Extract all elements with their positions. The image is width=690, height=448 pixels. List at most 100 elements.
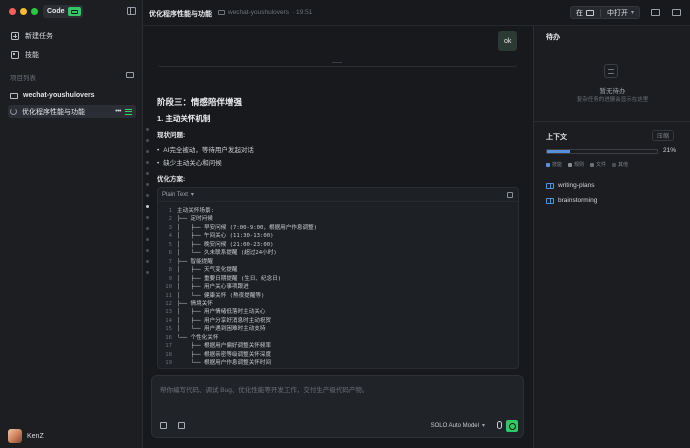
code-line: 14 │ ├── 用户分享好消息时主动祝贺 [158,317,518,325]
app-window: Code 新建任务 技能 项目列表 wechat-youshulovers 优化… [0,0,690,448]
legend-label: 规则 [574,162,585,168]
divider [534,121,690,122]
add-folder-icon[interactable] [126,72,134,78]
scroll-anchors [146,128,150,282]
separator [600,8,601,17]
line-number: 4 [168,233,172,240]
line-text: │ ├── 用户关心事项跟进 [177,284,249,291]
task-list-icon[interactable] [125,108,132,115]
line-number: 1 [168,208,172,214]
task-name: 优化程序性能与功能 [22,108,85,116]
line-number: 18 [165,351,172,358]
maximize-window-button[interactable] [31,8,38,15]
line-text: │ └── 久未联系提醒 (超过24小时) [177,250,277,257]
chevron-down-icon: ▾ [631,10,635,16]
chevron-down-icon: ▾ [190,192,194,198]
code-line: 3 │ ├── 早安问候 (7:00-9:00，根据用户作息调整) [158,224,518,232]
microphone-icon[interactable] [497,421,502,429]
skill-item-brainstorming[interactable]: brainstorming [546,197,597,204]
model-selector[interactable]: SOLO Auto Model ▾ [431,422,485,430]
anchor-dot[interactable] [146,260,149,263]
line-text: └── 根据用户作息调整关怀时间 [177,360,272,367]
attach-icon[interactable] [160,422,167,429]
right-panel: 待办 暂无待办 复杂任务的进展会显示在这里 上下文 压缩 21% 技能 规则 文… [533,26,690,448]
panel-layout-icon[interactable] [672,9,681,16]
skill-item-writing-plans[interactable]: writing-plans [546,182,595,189]
anchor-dot[interactable] [146,216,149,219]
page-title: 优化程序性能与功能 [149,11,212,18]
legend-swatch [590,162,595,167]
send-button[interactable] [506,420,518,432]
line-text: │ ├── 早安问候 (7:00-9:00，根据用户作息调整) [177,224,318,231]
empty-todo-icon [604,64,618,78]
message-composer[interactable]: 帮你编写代码、调试 Bug、优化性能等开发工作，交付生产级代码产物。 SOLO … [151,375,524,438]
user-profile[interactable]: KenZ [8,429,44,443]
loading-spinner-icon [10,108,17,115]
anchor-dot[interactable] [146,183,149,186]
anchor-dot[interactable] [146,271,149,274]
editor-icon [586,9,594,16]
code-line: 16 └── 个性化关怀 [158,334,518,342]
sidebar-item-new-task[interactable]: 新建任务 [8,29,136,43]
task-item-active[interactable]: 优化程序性能与功能 ••• [8,105,136,118]
line-number: 13 [165,309,172,316]
sidebar-item-skills[interactable]: 技能 [8,48,136,62]
sidebar-item-label: 技能 [25,52,39,59]
code-line: 17 ├── 根据用户偏好调整关怀频率 [158,342,518,350]
code-line: 2 ├── 定时问候 [158,215,518,223]
line-number: 8 [168,267,172,274]
code-line: 8 │ ├── 天气变化提醒 [158,266,518,274]
legend-swatch [612,162,617,167]
more-options-icon[interactable]: ••• [115,108,121,115]
code-block: Plain Text ▾ 1 主动关怀场景: 2 ├── 定时问候 3 │ ├── 早安问… [157,187,519,369]
anchor-dot[interactable] [146,150,149,153]
code-language-label[interactable]: Plain Text [162,192,188,198]
line-number: 5 [168,241,172,248]
compress-button[interactable]: 压缩 [652,130,675,141]
open-in-button[interactable]: 在 中打开 ▾ [570,6,641,19]
legend-item: 技能 [546,161,562,168]
anchor-dot[interactable] [146,172,149,175]
legend-item: 其他 [612,161,628,168]
anchor-dot-active[interactable] [146,205,149,208]
avatar [8,429,22,443]
anchor-dot[interactable] [146,227,149,230]
collapsed-card[interactable] [157,56,518,67]
code-lines: 1 主动关怀场景: 2 ├── 定时问候 3 │ ├── 早安问候 (7:00-9:00，… [158,207,518,368]
line-number: 15 [165,326,172,333]
anchor-dot[interactable] [146,161,149,164]
code-line: 13 │ ├── 用户情绪低落时主动关心 [158,308,518,316]
list-item: AI完全被动，等待用户发起对话 [157,144,254,154]
context-usage-fill [547,150,571,153]
compress-label: 压缩 [657,134,670,140]
anchor-dot[interactable] [146,238,149,241]
anchor-dot[interactable] [146,128,149,131]
anchor-dot[interactable] [146,249,149,252]
context-legend: 技能 规则 文件 其他 [546,161,628,168]
anchor-dot[interactable] [146,139,149,142]
user-name: KenZ [27,432,44,440]
image-icon[interactable] [178,422,185,429]
code-line: 1 主动关怀场景: [158,207,518,215]
sidebar-toggle-icon[interactable] [127,7,136,15]
minimize-window-button[interactable] [20,8,27,15]
user-message-text: ok [504,37,512,45]
copy-icon[interactable] [507,192,513,198]
app-brand[interactable]: Code [43,5,83,18]
context-usage-percent: 21% [663,147,677,154]
section-heading: 阶段三：情感陪伴增强 [157,97,243,107]
project-item[interactable]: wechat-youshulovers [8,89,136,102]
open-in-label: 中打开 [607,9,628,17]
composer-placeholder: 帮你编写代码、调试 Bug、优化性能等开发工作，交付生产级代码产物。 [160,387,369,394]
code-line: 10 │ ├── 用户关心事项跟进 [158,283,518,291]
terminal-icon[interactable] [651,9,660,16]
line-text: │ └── 健康关怀 (熬夜提醒等) [177,292,265,299]
context-usage-bar [546,149,658,154]
folder-icon [218,10,225,15]
section-subheading: 1. 主动关怀机制 [157,114,211,123]
legend-label: 其他 [618,162,629,168]
skill-label: brainstorming [558,197,598,204]
close-window-button[interactable] [9,8,16,15]
anchor-dot[interactable] [146,194,149,197]
line-number: 14 [165,317,172,324]
